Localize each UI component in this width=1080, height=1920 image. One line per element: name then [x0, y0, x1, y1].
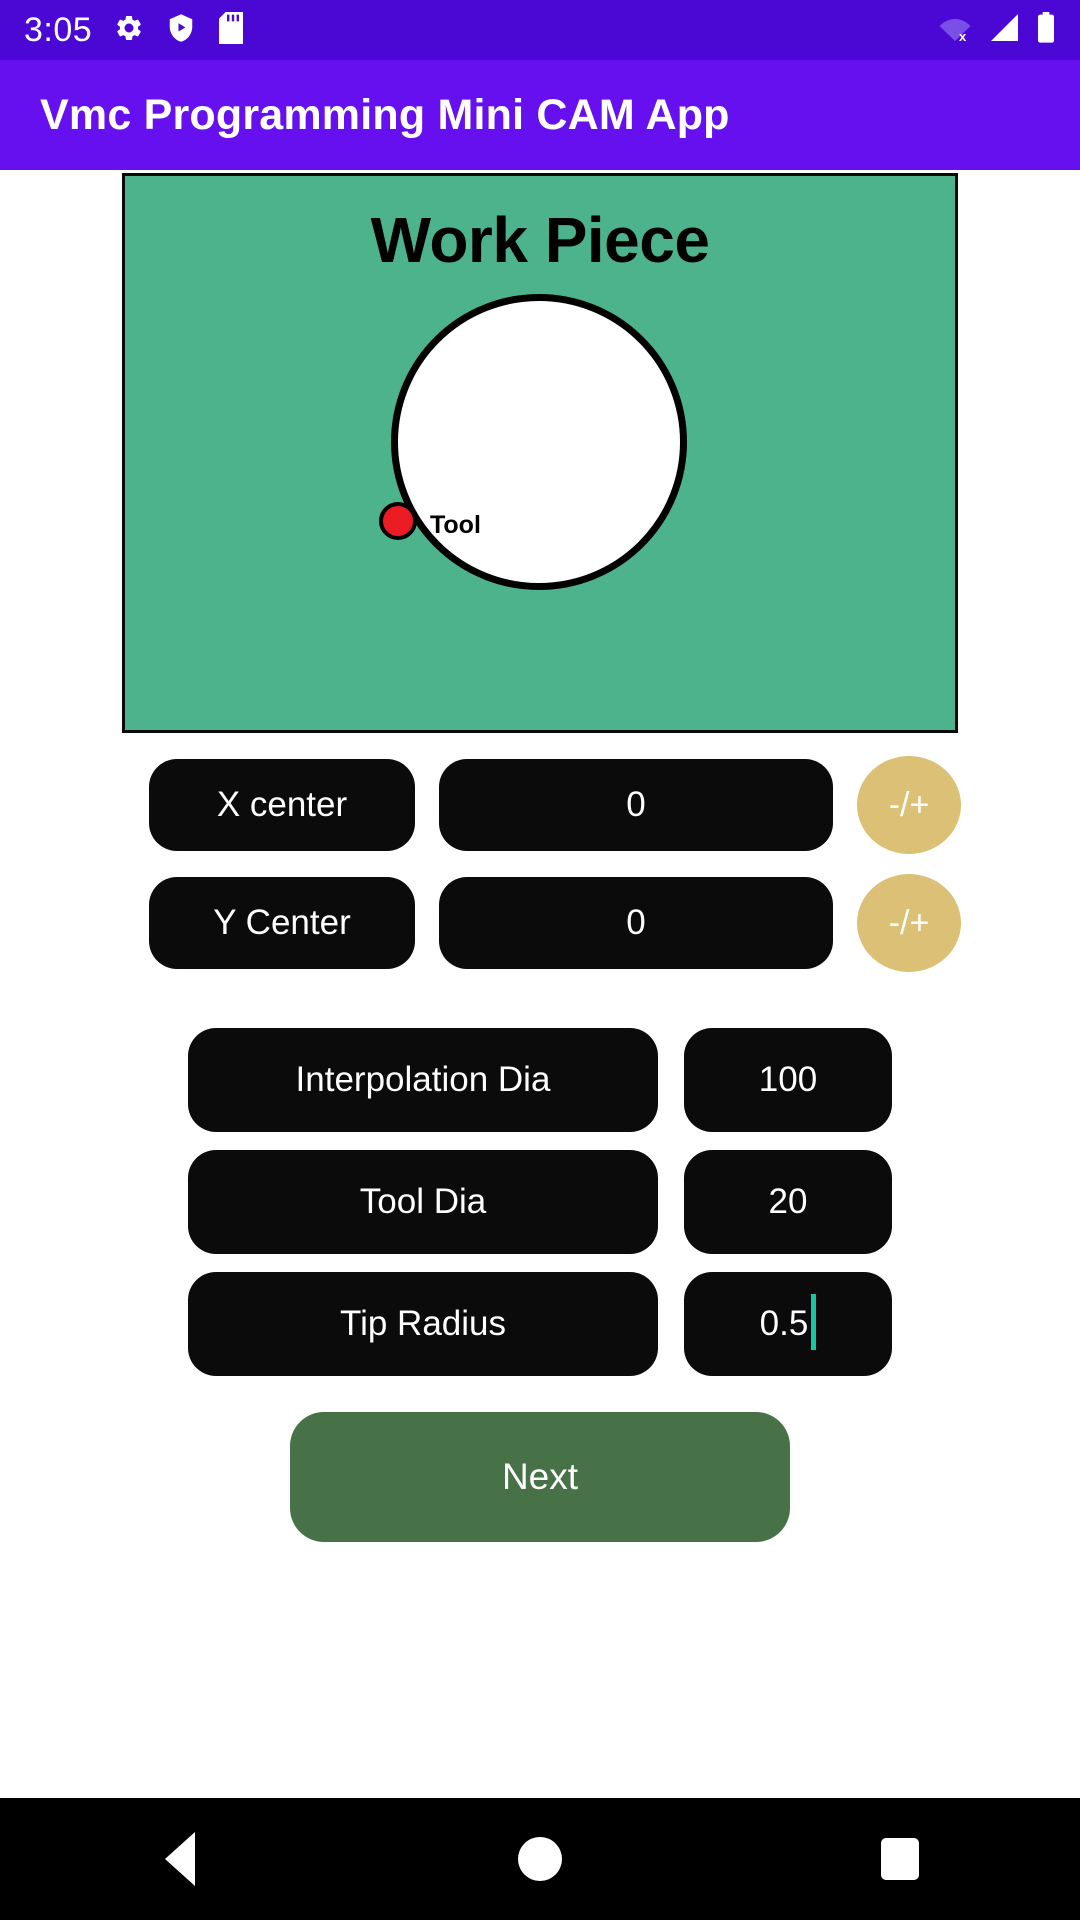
tool-marker-label: Tool — [430, 511, 481, 539]
svg-text:x: x — [959, 29, 967, 43]
battery-icon — [1036, 11, 1056, 49]
y-center-input[interactable]: 0 — [439, 877, 833, 969]
wifi-off-icon: x — [938, 13, 972, 48]
home-circle-icon — [518, 1837, 562, 1881]
nav-recents-button[interactable] — [810, 1798, 990, 1920]
workpiece-canvas: Work Piece Tool — [122, 173, 958, 733]
workpiece-title: Work Piece — [370, 204, 710, 276]
android-navigation-bar — [0, 1798, 1080, 1920]
y-center-label: Y Center — [149, 877, 415, 969]
next-button-container: Next — [0, 1412, 1080, 1542]
interpolation-dia-row: Interpolation Dia 100 — [188, 1028, 892, 1132]
y-center-row: Y Center 0 -/+ — [149, 874, 985, 972]
x-center-row: X center 0 -/+ — [149, 756, 985, 854]
nav-back-button[interactable] — [90, 1798, 270, 1920]
tip-radius-label: Tip Radius — [188, 1272, 658, 1376]
tip-radius-input[interactable]: 0.5 — [684, 1272, 892, 1376]
parameters-section: Interpolation Dia 100 Tool Dia 20 Tip Ra… — [0, 1028, 1080, 1376]
center-coordinate-section: X center 0 -/+ Y Center 0 -/+ — [0, 756, 1080, 972]
status-clock: 3:05 — [24, 11, 93, 49]
app-screen: 3:05 x Vmc Programming Mini CAM App Work… — [0, 0, 1080, 1920]
workpiece-circle — [391, 294, 687, 590]
cellular-signal-icon — [988, 13, 1020, 48]
gear-icon — [114, 13, 144, 48]
text-cursor-icon — [811, 1294, 817, 1350]
tip-radius-row: Tip Radius 0.5 — [188, 1272, 892, 1376]
tip-radius-value: 0.5 — [759, 1304, 809, 1343]
tool-position-marker-icon — [379, 502, 417, 540]
recents-square-icon — [881, 1838, 919, 1880]
x-center-sign-toggle-button[interactable]: -/+ — [857, 756, 961, 854]
x-center-label: X center — [149, 759, 415, 851]
interpolation-dia-input[interactable]: 100 — [684, 1028, 892, 1132]
sd-card-icon — [218, 11, 244, 49]
y-center-sign-toggle-button[interactable]: -/+ — [857, 874, 961, 972]
main-content: Work Piece Tool X center 0 -/+ Y Center … — [0, 170, 1080, 1798]
nav-home-button[interactable] — [450, 1798, 630, 1920]
next-button[interactable]: Next — [290, 1412, 790, 1542]
app-bar: Vmc Programming Mini CAM App — [0, 60, 1080, 170]
x-center-input[interactable]: 0 — [439, 759, 833, 851]
back-triangle-icon — [165, 1832, 195, 1886]
status-bar-right: x — [938, 11, 1056, 49]
interpolation-dia-label: Interpolation Dia — [188, 1028, 658, 1132]
tool-dia-label: Tool Dia — [188, 1150, 658, 1254]
tool-dia-input[interactable]: 20 — [684, 1150, 892, 1254]
page-title: Vmc Programming Mini CAM App — [40, 90, 730, 139]
status-bar-left: 3:05 — [24, 11, 244, 49]
tool-dia-row: Tool Dia 20 — [188, 1150, 892, 1254]
shield-play-icon — [166, 13, 196, 48]
status-bar: 3:05 x — [0, 0, 1080, 60]
